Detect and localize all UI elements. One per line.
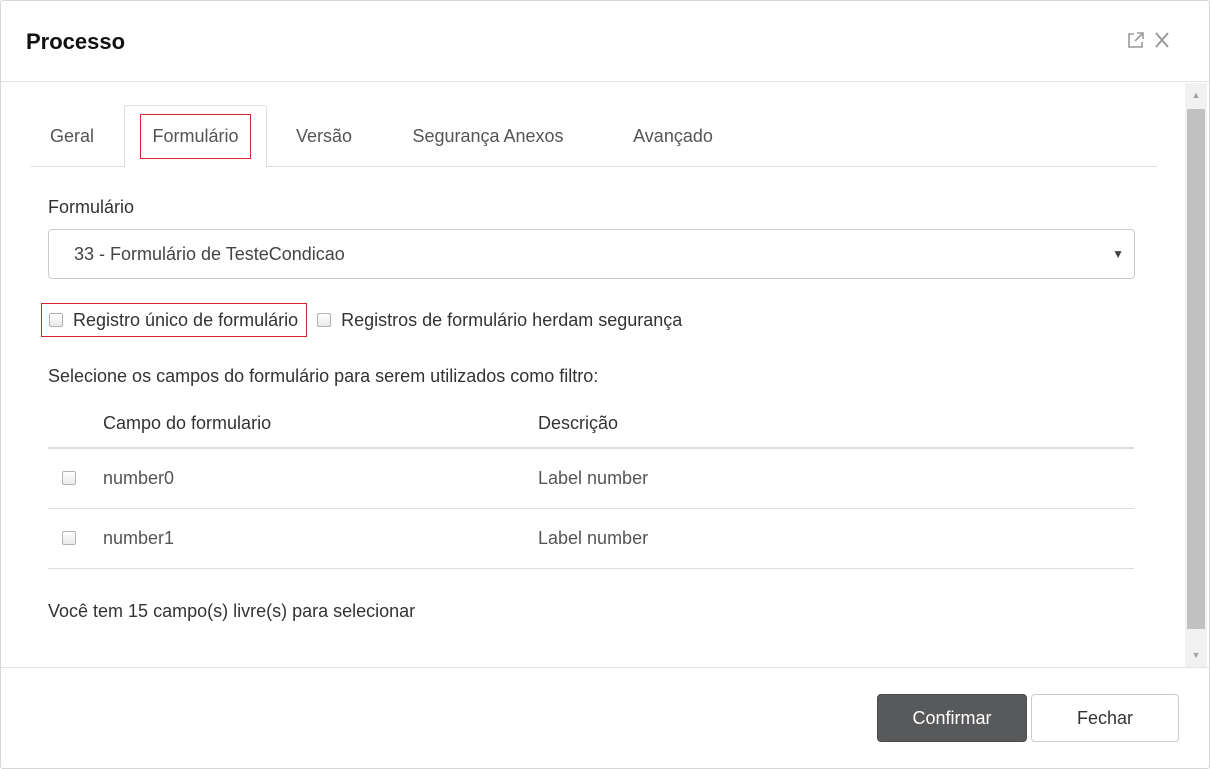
confirm-button[interactable]: Confirmar bbox=[877, 694, 1027, 742]
form-field-label: Formulário bbox=[48, 197, 135, 217]
scroll-down-icon[interactable]: ▼ bbox=[1185, 643, 1207, 667]
table-row[interactable]: number0 Label number bbox=[48, 449, 1134, 509]
tab-avancado[interactable]: Avançado bbox=[615, 105, 731, 167]
scroll-up-icon[interactable]: ▲ bbox=[1185, 83, 1207, 107]
tab-bar: Geral Formulário Versão Segurança Anexos… bbox=[31, 105, 1157, 168]
dialog-body: Geral Formulário Versão Segurança Anexos… bbox=[1, 83, 1209, 667]
form-options: Registro único de formulário Registros d… bbox=[41, 303, 682, 337]
dialog-footer: Confirmar Fechar bbox=[1, 667, 1209, 768]
column-header-field: Campo do formulario bbox=[103, 413, 272, 433]
tab-seguranca-anexos[interactable]: Segurança Anexos bbox=[393, 105, 583, 167]
free-fields-count: Você tem 15 campo(s) livre(s) para selec… bbox=[48, 601, 416, 621]
table-header: Campo do formulario Descrição bbox=[48, 401, 1134, 449]
column-header-description: Descrição bbox=[538, 413, 619, 433]
dialog-header: Processo bbox=[1, 1, 1209, 82]
dialog-title: Processo bbox=[26, 29, 126, 54]
row-checkbox[interactable] bbox=[62, 471, 76, 485]
unique-record-label: Registro único de formulário bbox=[73, 309, 299, 330]
process-dialog: Processo Geral Formulário Versão Seguran… bbox=[0, 0, 1210, 769]
row-field: number1 bbox=[103, 528, 175, 548]
filter-fields-table: Campo do formulario Descrição number0 La… bbox=[48, 401, 1134, 569]
inherit-security-option[interactable]: Registros de formulário herdam segurança bbox=[317, 303, 682, 337]
unique-record-option[interactable]: Registro único de formulário bbox=[41, 303, 308, 337]
scroll-thumb[interactable] bbox=[1187, 109, 1205, 629]
unique-record-checkbox[interactable] bbox=[49, 313, 63, 327]
row-field: number0 bbox=[103, 468, 175, 488]
tab-versao[interactable]: Versão bbox=[279, 105, 369, 167]
close-icon[interactable] bbox=[1151, 29, 1173, 51]
external-link-icon[interactable] bbox=[1125, 29, 1147, 51]
row-description: Label number bbox=[538, 468, 649, 488]
table-row[interactable]: number1 Label number bbox=[48, 509, 1134, 569]
vertical-scrollbar[interactable]: ▲ ▼ bbox=[1185, 83, 1207, 667]
form-select-value: 33 - Formulário de TesteCondicao bbox=[74, 243, 345, 264]
header-actions bbox=[1125, 29, 1173, 51]
filter-instruction: Selecione os campos do formulário para s… bbox=[48, 366, 599, 386]
caret-down-icon: ▼ bbox=[1112, 247, 1124, 261]
close-button[interactable]: Fechar bbox=[1031, 694, 1179, 742]
tab-geral[interactable]: Geral bbox=[31, 105, 113, 167]
row-description: Label number bbox=[538, 528, 649, 548]
tab-formulario-label: Formulário bbox=[140, 114, 251, 159]
form-select[interactable]: 33 - Formulário de TesteCondicao ▼ bbox=[48, 229, 1135, 279]
tab-formulario[interactable]: Formulário bbox=[124, 105, 267, 168]
row-checkbox[interactable] bbox=[62, 531, 76, 545]
inherit-security-label: Registros de formulário herdam segurança bbox=[341, 309, 683, 330]
inherit-security-checkbox[interactable] bbox=[317, 313, 332, 327]
